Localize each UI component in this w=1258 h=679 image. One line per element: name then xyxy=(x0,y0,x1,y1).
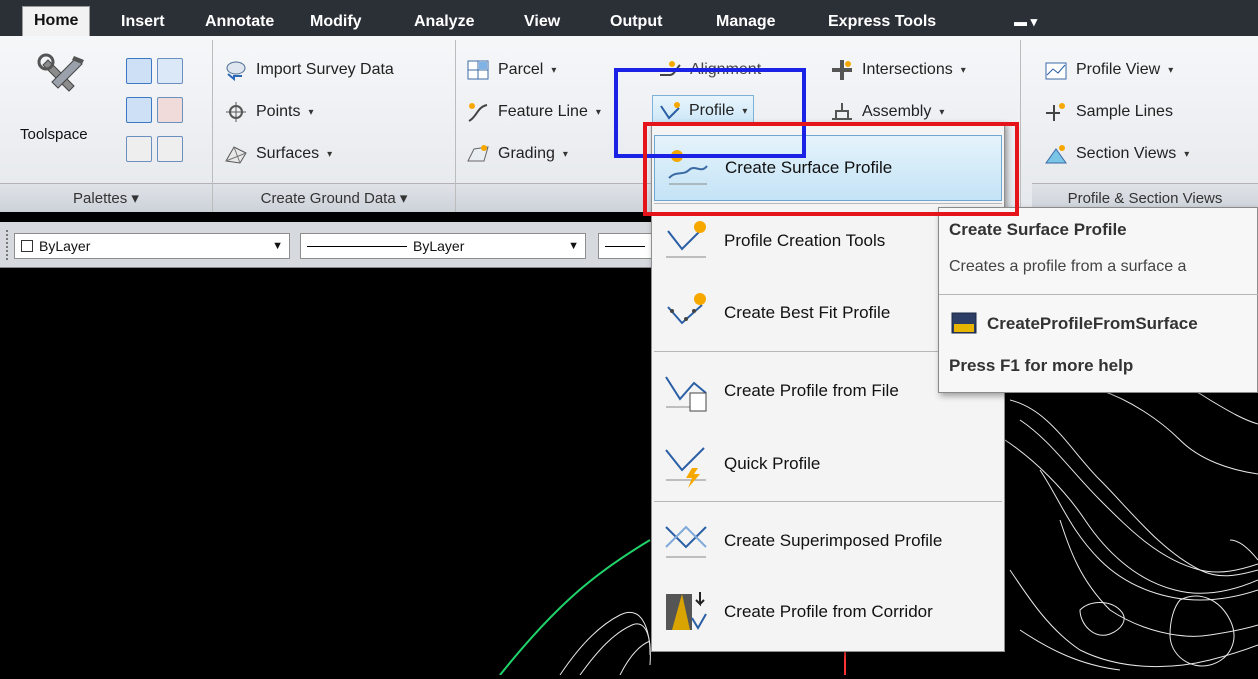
palettes-panel-footer[interactable]: Palettes ▾ xyxy=(0,183,212,212)
chevron-down-icon: ▾ xyxy=(1184,148,1190,160)
section-views-icon xyxy=(1044,143,1068,165)
assembly-icon xyxy=(830,101,854,123)
points-icon xyxy=(224,101,248,123)
menu-item-quick-profile[interactable]: Quick Profile xyxy=(654,431,1002,497)
intersections-icon xyxy=(830,59,854,81)
chevron-down-icon: ▼ xyxy=(272,240,283,252)
tool-palette-icon[interactable] xyxy=(157,136,183,162)
tab-view[interactable]: View xyxy=(524,8,560,36)
tab-manage[interactable]: Manage xyxy=(716,8,776,36)
chevron-down-icon: ▾ xyxy=(551,64,557,76)
tab-annotate[interactable]: Annotate xyxy=(205,8,274,36)
quick-profile-icon xyxy=(662,440,710,488)
tab-express-tools[interactable]: Express Tools xyxy=(828,8,936,36)
tooltip-help: Press F1 for more help xyxy=(949,356,1134,375)
prospector-icon[interactable] xyxy=(126,58,152,84)
intersections-button[interactable]: Intersections ▾ xyxy=(830,56,966,84)
properties-palette-icon[interactable] xyxy=(126,136,152,162)
tooltip-create-surface-profile: Create Surface Profile Creates a profile… xyxy=(938,207,1258,393)
import-survey-data-button[interactable]: Import Survey Data xyxy=(224,56,394,84)
surfaces-icon xyxy=(224,143,248,165)
properties-toolbar: ByLayer ▼ ByLayer ▼ xyxy=(0,222,668,268)
tab-insert[interactable]: Insert xyxy=(121,8,165,36)
tab-home[interactable]: Home xyxy=(22,6,91,37)
lineweight-sample xyxy=(605,245,645,247)
create-ground-data-footer[interactable]: Create Ground Data ▾ xyxy=(213,183,455,212)
ribbon-tab-bar: Home Insert Annotate Modify Analyze View… xyxy=(0,0,1258,37)
toolspace-icon[interactable] xyxy=(30,52,100,100)
tab-output[interactable]: Output xyxy=(610,8,662,36)
create-design-footer xyxy=(456,183,652,212)
tooltip-command: CreateProfileFromSurface xyxy=(987,314,1198,333)
profile-view-icon xyxy=(1044,59,1068,81)
parcel-button[interactable]: Parcel ▾ xyxy=(466,56,556,84)
best-fit-profile-icon xyxy=(662,289,710,337)
chevron-down-icon: ▼ xyxy=(568,240,579,252)
sample-lines-icon xyxy=(1044,101,1068,123)
superimposed-profile-icon xyxy=(662,517,710,565)
survey-palette-icon[interactable] xyxy=(126,97,152,123)
settings-palette-icon[interactable] xyxy=(157,58,183,84)
feature-line-button[interactable]: Feature Line ▾ xyxy=(466,98,601,126)
color-swatch-icon xyxy=(21,240,33,252)
surfaces-button[interactable]: Surfaces ▾ xyxy=(224,140,332,168)
chevron-down-icon: ▾ xyxy=(308,106,314,118)
sample-lines-button[interactable]: Sample Lines xyxy=(1044,98,1173,126)
chevron-down-icon: ▾ xyxy=(327,148,333,160)
command-icon xyxy=(951,312,977,334)
tooltip-title: Create Surface Profile xyxy=(949,220,1127,239)
tab-modify[interactable]: Modify xyxy=(310,8,362,36)
menu-item-create-profile-from-corridor[interactable]: Create Profile from Corridor xyxy=(654,579,1002,645)
profile-from-file-icon xyxy=(662,367,710,415)
linetype-sample xyxy=(307,245,407,247)
points-button[interactable]: Points ▾ xyxy=(224,98,314,126)
chevron-down-icon: ▾ xyxy=(595,106,601,118)
toolspace-label[interactable]: Toolspace xyxy=(20,126,88,143)
menu-item-create-superimposed-profile[interactable]: Create Superimposed Profile xyxy=(654,508,1002,574)
linetype-dropdown[interactable]: ByLayer ▼ xyxy=(300,233,586,259)
section-views-button[interactable]: Section Views ▾ xyxy=(1044,140,1189,168)
tab-analyze[interactable]: Analyze xyxy=(414,8,474,36)
toolbox-icon[interactable] xyxy=(157,97,183,123)
profile-view-button[interactable]: Profile View ▾ xyxy=(1044,56,1173,84)
parcel-icon xyxy=(466,59,490,81)
tooltip-description: Creates a profile from a surface a xyxy=(949,258,1187,275)
chevron-down-icon: ▾ xyxy=(960,64,966,76)
profile-creation-tools-icon xyxy=(662,217,710,265)
grading-icon xyxy=(466,143,490,165)
red-highlight-box xyxy=(643,122,1019,216)
color-dropdown[interactable]: ByLayer ▼ xyxy=(14,233,290,259)
chevron-down-icon: ▾ xyxy=(939,106,945,118)
grading-button[interactable]: Grading ▾ xyxy=(466,140,568,168)
profile-from-corridor-icon xyxy=(662,588,710,636)
import-survey-icon xyxy=(224,59,248,82)
chevron-down-icon: ▾ xyxy=(1168,64,1174,76)
chevron-down-icon: ▾ xyxy=(562,148,568,160)
feature-line-icon xyxy=(466,101,490,123)
workspace-toggle-icon[interactable]: ▬ ▾ xyxy=(1014,8,1037,36)
